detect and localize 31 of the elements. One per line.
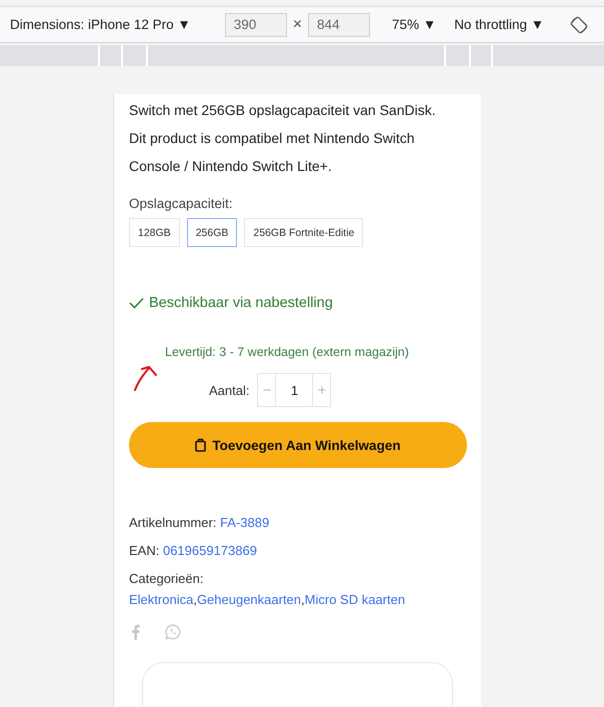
category-link[interactable]: Micro SD kaarten	[304, 592, 406, 607]
option-button[interactable]: 128GB	[129, 218, 180, 247]
bag-icon	[195, 438, 206, 452]
zoom-dropdown[interactable]: 75% ▼	[392, 17, 436, 32]
sku-label: Artikelnummer:	[129, 515, 216, 530]
throttling-dropdown[interactable]: No throttling ▼	[454, 17, 544, 32]
option-label: Opslagcapaciteit:	[129, 196, 234, 211]
delivery-time-text: Levertijd: 3 - 7 werkdagen (extern magazijn)	[165, 345, 410, 359]
category-link[interactable]: Geheugenkaarten	[196, 592, 302, 607]
device-dropdown[interactable]: Dimensions: iPhone 12 Pro ▼	[10, 17, 191, 32]
add-to-cart-button[interactable]: Toevoegen Aan Winkelwagen	[129, 422, 467, 468]
comma-separator: ,	[193, 592, 197, 607]
option-button[interactable]: 256GB Fortnite-Editie	[244, 218, 364, 247]
quantity-label: Aantal:	[209, 382, 250, 398]
check-icon	[129, 297, 144, 309]
sku-link[interactable]: FA-3889	[220, 515, 270, 530]
width-field[interactable]: 390	[224, 12, 287, 36]
category-link[interactable]: Elektronica	[129, 592, 194, 607]
height-field[interactable]: 844	[308, 12, 370, 36]
option-button[interactable]: 256GB	[186, 218, 238, 247]
ean-label: EAN:	[129, 543, 160, 558]
facebook-icon[interactable]	[131, 624, 140, 640]
times-label: ×	[292, 16, 302, 34]
whatsapp-icon[interactable]	[165, 624, 181, 640]
product-description: Switch met 256GB opslagcapaciteit van SanDisk. Dit product is compatibel met Nintendo Switch Console / Nintendo Switch Lite+.	[129, 101, 437, 176]
ean-link[interactable]: 0619659173869	[162, 543, 257, 558]
rotate-icon[interactable]	[570, 16, 588, 34]
availability-text: Beschikbaar via nabestelling	[149, 295, 333, 311]
comma-separator: ,	[301, 592, 305, 607]
categories-label: Categorieën:	[129, 571, 204, 586]
quantity-field[interactable]: 1	[276, 373, 312, 407]
